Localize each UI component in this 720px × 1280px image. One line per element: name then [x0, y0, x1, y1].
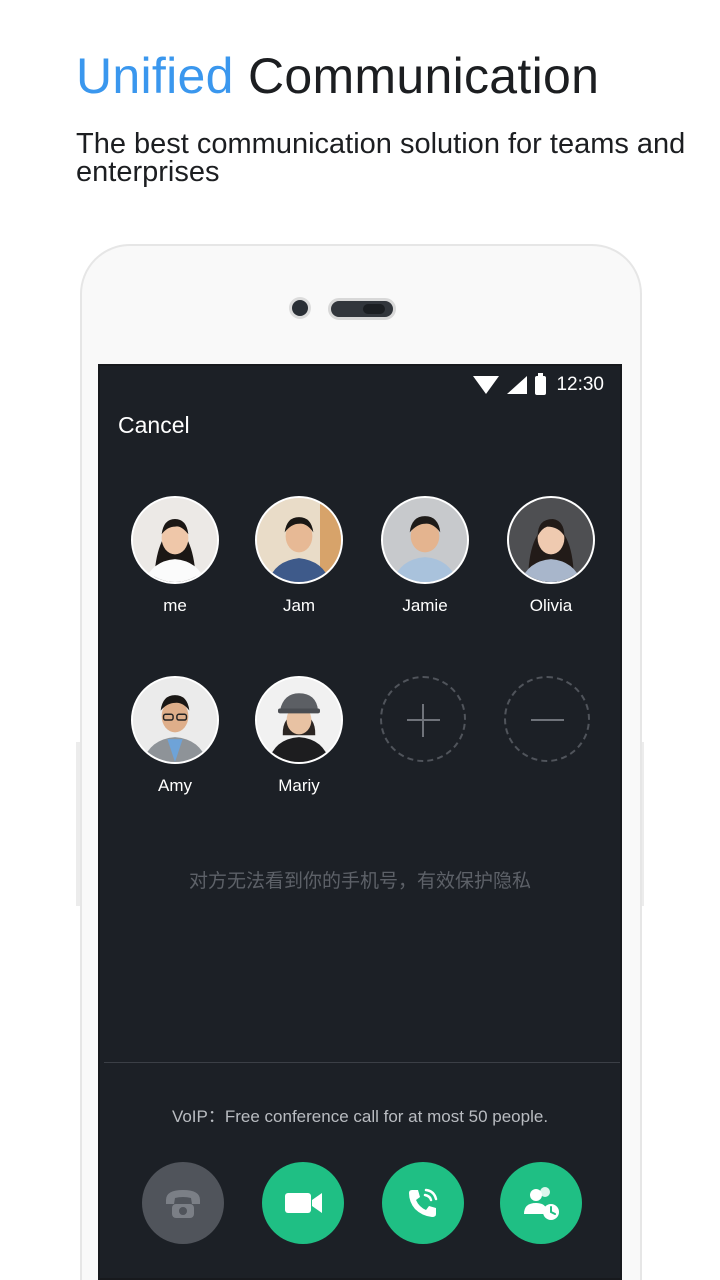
subheadline: The best communication solution for team…: [76, 128, 686, 188]
status-bar: 12:30: [100, 366, 620, 404]
participant-mariy[interactable]: Mariy: [244, 676, 354, 796]
divider: [104, 1062, 620, 1063]
participant-name: Mariy: [278, 776, 320, 795]
front-camera: [292, 300, 308, 316]
participant-name: me: [163, 596, 187, 615]
avatar: [507, 496, 595, 584]
signal-icon: [507, 376, 528, 394]
earpiece-speaker: [328, 298, 396, 320]
avatar: [255, 496, 343, 584]
participant-name: Amy: [158, 776, 192, 795]
avatar: [381, 496, 469, 584]
participant-name: Olivia: [529, 596, 573, 615]
headline-accent: Unified: [76, 48, 234, 104]
participant-name: Jam: [282, 596, 316, 615]
privacy-note: 对方无法看到你的手机号，有效保护隐私: [188, 871, 531, 892]
participant-name: Jamie: [402, 596, 448, 615]
cancel-button[interactable]: Cancel: [118, 412, 190, 439]
hangup-phone-icon: [166, 1190, 200, 1218]
avatar: [255, 676, 343, 764]
participant-amy[interactable]: Amy: [120, 676, 230, 796]
status-time: 12:30: [556, 374, 604, 395]
participant-jam[interactable]: Jam: [244, 496, 354, 616]
hangup-button[interactable]: [142, 1162, 224, 1244]
participant-jamie[interactable]: Jamie: [370, 496, 480, 616]
participant-me[interactable]: me: [120, 496, 230, 616]
voip-note: VoIP：Free conference call for at most 50…: [171, 1107, 549, 1126]
voice-call-icon: [409, 1188, 438, 1217]
minus-icon: [531, 719, 564, 721]
avatar: [131, 676, 219, 764]
video-call-button[interactable]: [262, 1162, 344, 1244]
group-call-icon: [524, 1187, 559, 1220]
plus-icon-stroke: [422, 704, 424, 737]
participant-olivia[interactable]: Olivia: [496, 496, 606, 616]
group-call-button[interactable]: [500, 1162, 582, 1244]
add-participant-button[interactable]: [380, 676, 466, 762]
wifi-icon: [473, 376, 500, 394]
voice-call-button[interactable]: [382, 1162, 464, 1244]
headline: Unified Communication: [76, 46, 599, 106]
avatar: [131, 496, 219, 584]
battery-icon: [535, 372, 547, 395]
remove-participant-button[interactable]: [504, 676, 590, 762]
phone-screen: 12:30 Cancel me Jam Jamie Olivia Amy Mar…: [98, 364, 622, 1280]
video-camera-icon: [285, 1193, 322, 1213]
headline-rest: Communication: [247, 48, 600, 104]
